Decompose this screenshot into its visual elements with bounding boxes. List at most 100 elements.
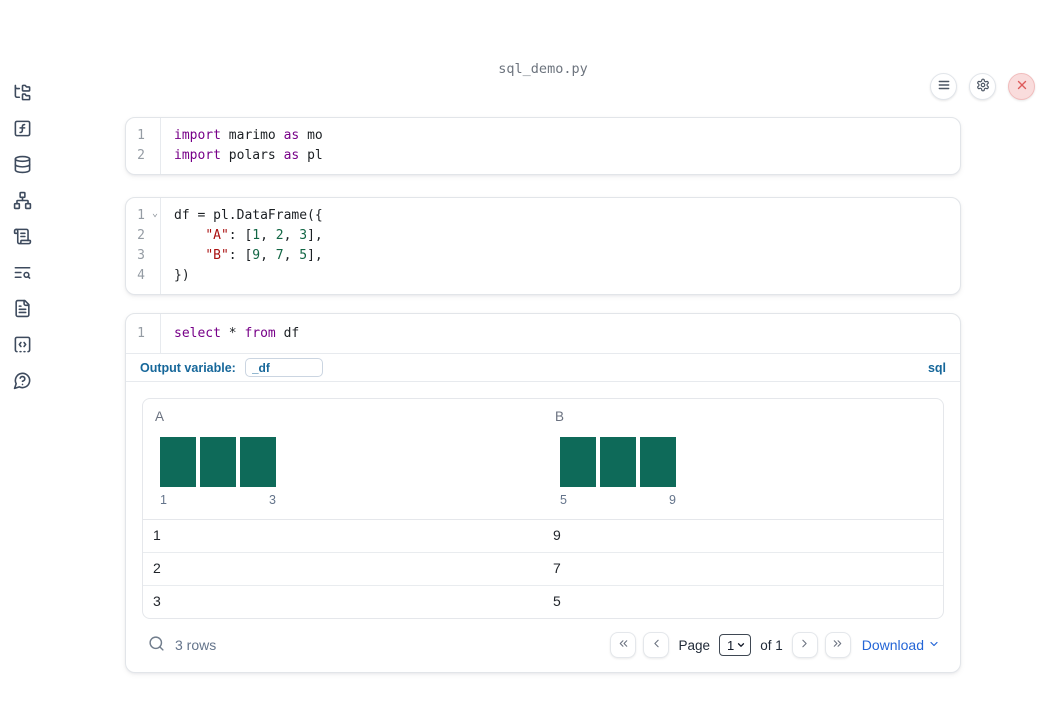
shutdown-button[interactable] bbox=[1008, 73, 1035, 100]
table-row[interactable]: 19 bbox=[143, 520, 943, 553]
download-label: Download bbox=[861, 637, 924, 653]
sidebar-item-dependency-graph[interactable] bbox=[12, 191, 32, 213]
table-cell: 2 bbox=[153, 560, 161, 576]
code-cell-dataframe[interactable]: 1 ⌄ 2 3 4 df = pl.DataFrame({ "A": [1, 2, 3],… bbox=[125, 197, 961, 295]
chevrons-left-icon bbox=[617, 637, 630, 653]
line-number-gutter: 1 bbox=[126, 314, 161, 353]
fold-chevron-icon[interactable]: ⌄ bbox=[152, 204, 158, 224]
table-cell: 7 bbox=[553, 560, 561, 576]
column-header[interactable]: A 13 bbox=[143, 399, 543, 519]
sidebar-item-help[interactable] bbox=[12, 372, 32, 392]
text-search-icon bbox=[13, 263, 32, 285]
histogram-bar[interactable] bbox=[600, 437, 636, 487]
sidebar-item-datasources[interactable] bbox=[12, 155, 32, 177]
histogram-bar[interactable] bbox=[160, 437, 196, 487]
sql-cell-footer: Output variable: sql bbox=[126, 353, 960, 381]
histogram-bar[interactable] bbox=[200, 437, 236, 487]
helper-panel-sidebar bbox=[0, 61, 44, 713]
page-label: Page bbox=[678, 637, 710, 653]
file-text-icon bbox=[13, 299, 32, 321]
column-histogram[interactable] bbox=[560, 437, 931, 487]
code-editor[interactable]: 1 ⌄ 2 3 4 df = pl.DataFrame({ "A": [1, 2, 3],… bbox=[126, 198, 960, 294]
network-icon bbox=[13, 191, 32, 213]
column-header[interactable]: B59 bbox=[543, 399, 943, 519]
table-cell: 3 bbox=[153, 593, 161, 609]
sidebar-item-snippets[interactable] bbox=[12, 336, 32, 356]
table-row[interactable]: 35 bbox=[143, 586, 943, 618]
sidebar-item-variables[interactable] bbox=[12, 120, 32, 140]
sidebar-item-logs[interactable] bbox=[12, 228, 32, 248]
histogram-range: 13 bbox=[160, 493, 276, 507]
table-body: 192735 bbox=[143, 520, 943, 618]
column-name: A bbox=[155, 409, 165, 424]
close-icon bbox=[1015, 78, 1029, 95]
code-editor[interactable]: 1 2 import marimo as mo import polars as pl bbox=[126, 118, 960, 174]
previous-page-button[interactable] bbox=[643, 632, 670, 658]
histogram-max: 9 bbox=[669, 493, 676, 507]
page-total-label: of 1 bbox=[760, 637, 783, 653]
table-footer: 3 rows Page 1 of 1 Download bbox=[142, 619, 944, 660]
scroll-text-icon bbox=[13, 227, 32, 249]
page-select-value: 1 bbox=[726, 637, 735, 653]
table-row[interactable]: 27 bbox=[143, 553, 943, 586]
histogram-bar[interactable] bbox=[240, 437, 276, 487]
column-name: B bbox=[555, 409, 565, 424]
search-icon bbox=[148, 635, 165, 655]
code-cell-imports[interactable]: 1 2 import marimo as mo import polars as pl bbox=[125, 117, 961, 175]
code-line[interactable]: "A": [1, 2, 3], bbox=[174, 226, 960, 246]
table-cell: 9 bbox=[553, 527, 561, 543]
line-number: 1 bbox=[137, 326, 145, 341]
line-number: 4 bbox=[137, 268, 145, 283]
page-select[interactable]: 1 bbox=[718, 634, 752, 656]
code-lines[interactable]: df = pl.DataFrame({ "A": [1, 2, 3], "B":… bbox=[161, 198, 960, 294]
sidebar-item-file-explorer[interactable] bbox=[12, 84, 32, 104]
table-cell: 5 bbox=[553, 593, 561, 609]
code-line[interactable]: }) bbox=[174, 266, 960, 286]
file-tree-icon bbox=[13, 83, 32, 105]
sql-editor[interactable]: 1 select * from df bbox=[126, 314, 960, 353]
notebook-filename: sql_demo.py bbox=[498, 61, 588, 77]
chevron-right-icon bbox=[798, 637, 811, 653]
histogram-min: 5 bbox=[560, 493, 567, 507]
sidebar-item-documentation[interactable] bbox=[12, 299, 32, 321]
line-number: 3 bbox=[137, 248, 145, 263]
sql-cell[interactable]: 1 select * from df Output variable: sql A… bbox=[125, 313, 961, 673]
code-line[interactable]: select * from df bbox=[174, 324, 960, 344]
help-bubble-icon bbox=[13, 371, 32, 393]
next-page-button[interactable] bbox=[791, 632, 818, 658]
notebook-canvas: sql_demo.py 1 2 import marimo as mo import … bbox=[125, 61, 961, 673]
search-button[interactable] bbox=[148, 635, 165, 655]
histogram-bar[interactable] bbox=[560, 437, 596, 487]
histogram-bar[interactable] bbox=[640, 437, 676, 487]
line-number-gutter: 1 ⌄ 2 3 4 bbox=[126, 198, 161, 294]
code-line[interactable]: "B": [9, 7, 5], bbox=[174, 246, 960, 266]
language-badge: sql bbox=[927, 360, 946, 375]
notebook-actions bbox=[930, 73, 1035, 100]
database-icon bbox=[13, 155, 32, 177]
dataframe-table: A13B59 192735 bbox=[142, 398, 944, 619]
notebook-menu-button[interactable] bbox=[930, 73, 957, 100]
line-number: 1 ⌄ bbox=[126, 206, 160, 226]
table-cell: 1 bbox=[153, 527, 161, 543]
column-histogram[interactable] bbox=[160, 437, 531, 487]
square-function-icon bbox=[13, 119, 32, 141]
download-button[interactable]: Download bbox=[862, 637, 940, 653]
last-page-button[interactable] bbox=[824, 632, 851, 658]
output-variable-input[interactable] bbox=[244, 358, 323, 377]
first-page-button[interactable] bbox=[610, 632, 637, 658]
settings-button[interactable] bbox=[969, 73, 996, 100]
code-line[interactable]: import marimo as mo bbox=[174, 126, 960, 146]
pagination: Page 1 of 1 bbox=[610, 632, 851, 658]
chevron-left-icon bbox=[650, 637, 663, 653]
row-count: 3 rows bbox=[175, 637, 217, 653]
chevron-down-icon bbox=[736, 638, 746, 653]
output-variable-label: Output variable: bbox=[140, 360, 236, 375]
sidebar-item-outline-search[interactable] bbox=[12, 264, 32, 284]
line-number: 2 bbox=[137, 228, 145, 243]
code-line[interactable]: df = pl.DataFrame({ bbox=[174, 206, 960, 226]
code-line[interactable]: import polars as pl bbox=[174, 146, 960, 166]
square-code-icon bbox=[13, 335, 32, 357]
code-lines[interactable]: select * from df bbox=[161, 314, 960, 353]
code-lines[interactable]: import marimo as mo import polars as pl bbox=[161, 118, 960, 174]
histogram-range: 59 bbox=[560, 493, 676, 507]
